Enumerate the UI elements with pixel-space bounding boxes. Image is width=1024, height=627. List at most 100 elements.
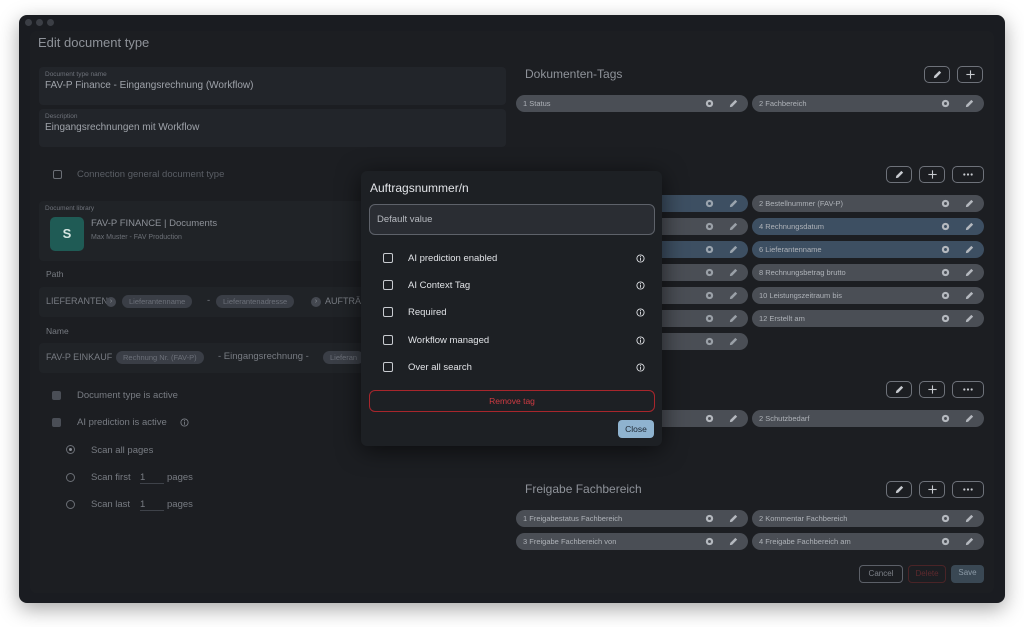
gear-icon[interactable]: [704, 413, 715, 424]
pencil-icon[interactable]: [728, 198, 739, 209]
edit-section-button[interactable]: [886, 481, 912, 498]
document-type-active-checkbox[interactable]: [52, 391, 61, 400]
required-checkbox[interactable]: [383, 307, 393, 317]
scan-first-radio[interactable]: [66, 473, 75, 482]
gear-icon[interactable]: [940, 290, 951, 301]
default-value-input[interactable]: Default value: [369, 204, 655, 235]
info-icon[interactable]: [636, 363, 645, 372]
tag-chip[interactable]: 1 Freigabestatus Fachbereich: [516, 510, 748, 527]
add-tag-button[interactable]: [957, 66, 983, 83]
pencil-icon[interactable]: [728, 313, 739, 324]
tag-chip[interactable]: 1 Status: [516, 95, 748, 112]
scan-last-radio[interactable]: [66, 500, 75, 509]
document-type-name-field[interactable]: Document type name FAV-P Finance - Einga…: [39, 67, 506, 105]
gear-icon[interactable]: [940, 513, 951, 524]
pencil-icon[interactable]: [728, 413, 739, 424]
tag-chip[interactable]: 12 Erstellt am: [752, 310, 984, 327]
gear-icon[interactable]: [940, 198, 951, 209]
ai-prediction-active-checkbox[interactable]: [52, 418, 61, 427]
description-field[interactable]: Description Eingangsrechnungen mit Workf…: [39, 109, 506, 147]
pencil-icon[interactable]: [964, 98, 975, 109]
pencil-icon[interactable]: [728, 244, 739, 255]
workflow-managed-checkbox[interactable]: [383, 335, 393, 345]
tag-chip[interactable]: 2 Kommentar Fachbereich: [752, 510, 984, 527]
more-options-button[interactable]: [952, 166, 984, 183]
pencil-icon[interactable]: [728, 221, 739, 232]
gear-icon[interactable]: [940, 536, 951, 547]
tag-chip[interactable]: 4 Rechnungsdatum: [752, 218, 984, 235]
gear-icon[interactable]: [704, 98, 715, 109]
pencil-icon[interactable]: [964, 413, 975, 424]
gear-icon[interactable]: [704, 513, 715, 524]
gear-icon[interactable]: [940, 221, 951, 232]
gear-icon[interactable]: [940, 98, 951, 109]
window-maximize-dot[interactable]: [47, 19, 54, 26]
tag-chip[interactable]: 2 Bestellnummer (FAV-P): [752, 195, 984, 212]
pencil-icon[interactable]: [728, 290, 739, 301]
window-minimize-dot[interactable]: [36, 19, 43, 26]
cancel-button[interactable]: Cancel: [859, 565, 903, 583]
scan-all-radio[interactable]: [66, 445, 75, 454]
pencil-icon[interactable]: [728, 536, 739, 547]
add-tag-button[interactable]: [919, 381, 945, 398]
pencil-icon[interactable]: [964, 513, 975, 524]
more-options-button[interactable]: [952, 381, 984, 398]
pencil-icon[interactable]: [964, 221, 975, 232]
gear-icon[interactable]: [704, 290, 715, 301]
gear-icon[interactable]: [704, 536, 715, 547]
tag-chip[interactable]: 10 Leistungszeitraum bis: [752, 287, 984, 304]
info-icon[interactable]: [636, 281, 645, 290]
tag-chip[interactable]: 2 Schutzbedarf: [752, 410, 984, 427]
path-tag[interactable]: Lieferantenadresse: [216, 295, 295, 308]
gear-icon[interactable]: [940, 267, 951, 278]
tag-chip[interactable]: 6 Lieferantenname: [752, 241, 984, 258]
edit-section-button[interactable]: [886, 381, 912, 398]
scan-first-pages-input[interactable]: 1: [140, 472, 164, 484]
tag-chip[interactable]: 4 Freigabe Fachbereich am: [752, 533, 984, 550]
gear-icon[interactable]: [704, 267, 715, 278]
gear-icon[interactable]: [940, 244, 951, 255]
connection-general-checkbox[interactable]: [53, 170, 62, 179]
ai-context-tag-checkbox[interactable]: [383, 280, 393, 290]
add-tag-button[interactable]: [919, 481, 945, 498]
pencil-icon[interactable]: [964, 290, 975, 301]
pencil-icon[interactable]: [728, 336, 739, 347]
gear-icon[interactable]: [704, 244, 715, 255]
close-button[interactable]: Close: [618, 420, 654, 438]
pencil-icon[interactable]: [964, 198, 975, 209]
pencil-icon[interactable]: [728, 513, 739, 524]
name-tag[interactable]: Lieferan: [323, 351, 365, 364]
over-all-search-checkbox[interactable]: [383, 362, 393, 372]
window-close-dot[interactable]: [25, 19, 32, 26]
gear-icon[interactable]: [940, 413, 951, 424]
more-options-button[interactable]: [952, 481, 984, 498]
info-icon[interactable]: [180, 418, 189, 427]
edit-section-button[interactable]: [924, 66, 950, 83]
gear-icon[interactable]: [704, 336, 715, 347]
gear-icon[interactable]: [704, 221, 715, 232]
path-tag[interactable]: Lieferantenname: [122, 295, 193, 308]
remove-tag-button[interactable]: Remove tag: [369, 390, 655, 412]
name-tag[interactable]: Rechnung Nr. (FAV-P): [116, 351, 204, 364]
info-icon[interactable]: [636, 254, 645, 263]
save-button[interactable]: Save: [951, 565, 984, 583]
add-tag-button[interactable]: [919, 166, 945, 183]
scan-last-pages-input[interactable]: 1: [140, 499, 164, 511]
pencil-icon[interactable]: [964, 313, 975, 324]
pencil-icon[interactable]: [728, 98, 739, 109]
tag-chip[interactable]: 2 Fachbereich: [752, 95, 984, 112]
pencil-icon[interactable]: [964, 244, 975, 255]
info-icon[interactable]: [636, 308, 645, 317]
ai-prediction-enabled-checkbox[interactable]: [383, 253, 393, 263]
gear-icon[interactable]: [704, 198, 715, 209]
edit-section-button[interactable]: [886, 166, 912, 183]
pencil-icon[interactable]: [964, 267, 975, 278]
gear-icon[interactable]: [704, 313, 715, 324]
tag-chip[interactable]: 3 Freigabe Fachbereich von: [516, 533, 748, 550]
gear-icon[interactable]: [940, 313, 951, 324]
delete-button[interactable]: Delete: [908, 565, 946, 583]
pencil-icon[interactable]: [728, 267, 739, 278]
tag-chip[interactable]: 8 Rechnungsbetrag brutto: [752, 264, 984, 281]
info-icon[interactable]: [636, 336, 645, 345]
pencil-icon[interactable]: [964, 536, 975, 547]
